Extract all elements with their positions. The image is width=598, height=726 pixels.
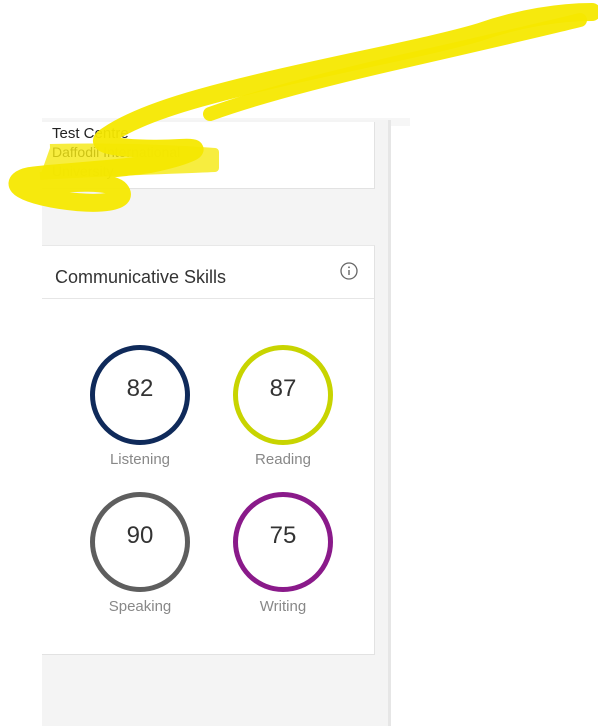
listening-label: Listening bbox=[109, 451, 171, 468]
skill-speaking: 90 Speaking bbox=[75, 492, 195, 615]
test-centre-card: Test Centre Daffodil International Unive… bbox=[42, 122, 375, 189]
speaking-score: 90 bbox=[126, 522, 154, 549]
info-icon[interactable] bbox=[340, 262, 358, 280]
rail-divider bbox=[388, 120, 391, 726]
skill-reading: 87 Reading bbox=[218, 345, 336, 468]
reading-label: Reading bbox=[255, 451, 311, 468]
test-centre-value: Daffodil International University bbox=[52, 144, 181, 179]
test-centre-label: Test Centre bbox=[52, 125, 129, 142]
writing-label: Writing bbox=[259, 598, 307, 615]
skill-writing: 75 Writing bbox=[218, 492, 336, 615]
skill-listening: 82 Listening bbox=[75, 345, 195, 468]
speaking-label: Speaking bbox=[108, 598, 172, 615]
skills-grid: 82 Listening 87 Reading 90 Speaking 75 W… bbox=[42, 245, 336, 653]
listening-score: 82 bbox=[126, 375, 154, 402]
writing-score: 75 bbox=[269, 522, 297, 549]
reading-score: 87 bbox=[269, 375, 297, 402]
